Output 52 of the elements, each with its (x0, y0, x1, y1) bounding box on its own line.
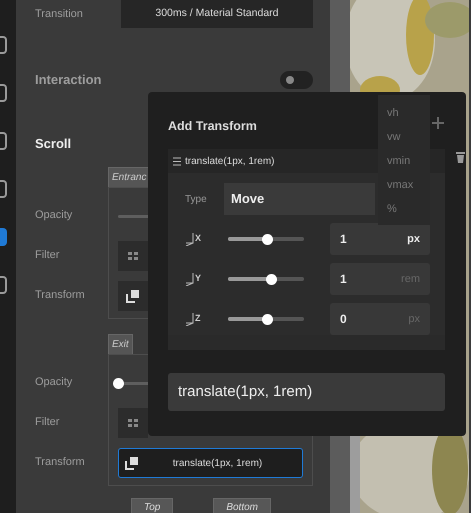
slider-thumb[interactable] (113, 378, 124, 388)
field-label: Opacity (35, 374, 74, 390)
sidebar-icon[interactable] (0, 36, 7, 54)
menu-item[interactable]: vmin (378, 149, 430, 173)
sidebar-icon[interactable] (0, 132, 7, 150)
field-label: Transform (35, 454, 86, 470)
unit-label[interactable]: px (407, 230, 420, 248)
transform-icon (125, 456, 139, 470)
sidebar-icon[interactable] (0, 180, 7, 198)
field-label: Type (185, 192, 208, 206)
position-tab[interactable]: Top (131, 498, 174, 513)
input-value: 0 (340, 311, 347, 328)
menu-item[interactable]: vh (378, 101, 430, 125)
transform-field[interactable]: translate(1px, 1rem) (118, 448, 303, 478)
transform-button[interactable] (118, 281, 148, 311)
slider-thumb[interactable] (262, 314, 273, 324)
dialog-title: Add Transform (168, 118, 257, 135)
input-value: 1 (340, 231, 347, 248)
filter-button[interactable] (118, 241, 148, 271)
result-field[interactable]: translate(1px, 1rem) (168, 373, 445, 411)
drag-handle-icon[interactable] (173, 156, 181, 166)
trash-icon[interactable] (456, 152, 465, 163)
field-value: translate(1px, 1rem) (172, 456, 264, 470)
field-label: Filter (35, 414, 60, 430)
sidebar-icon[interactable] (0, 276, 7, 294)
filter-icon (127, 250, 139, 262)
group-tab[interactable]: Exit (108, 334, 133, 354)
add-icon[interactable] (431, 116, 445, 130)
type-select[interactable]: Move (224, 183, 375, 215)
section-heading: Interaction (35, 71, 102, 90)
menu-item[interactable]: % (378, 197, 430, 221)
input-value: 1 (340, 271, 347, 288)
transform-icon (126, 289, 140, 303)
filter-icon (127, 417, 139, 429)
slider-thumb[interactable] (262, 234, 273, 244)
field-label: Opacity (35, 208, 74, 223)
menu-item[interactable]: vmax (378, 173, 430, 197)
slider-thumb[interactable] (266, 274, 277, 284)
field-label: Transform (35, 288, 86, 303)
position-tab[interactable]: Bottom (213, 498, 272, 513)
section-heading: Scroll (35, 135, 72, 154)
field-label: Filter (35, 248, 60, 263)
transition-field[interactable]: 300ms / Material Standard (120, 0, 313, 28)
menu-item[interactable]: vw (378, 125, 430, 149)
field-label: Transition (35, 6, 83, 22)
filter-button[interactable] (118, 408, 148, 438)
transform-label: translate(1px, 1rem) (185, 154, 274, 168)
group-tab[interactable]: Entranc (108, 167, 150, 187)
sidebar-icon[interactable] (0, 228, 7, 246)
number-input[interactable]: 1 px (330, 223, 430, 255)
sidebar-icon[interactable] (0, 84, 7, 102)
toggle-switch[interactable] (280, 71, 313, 89)
